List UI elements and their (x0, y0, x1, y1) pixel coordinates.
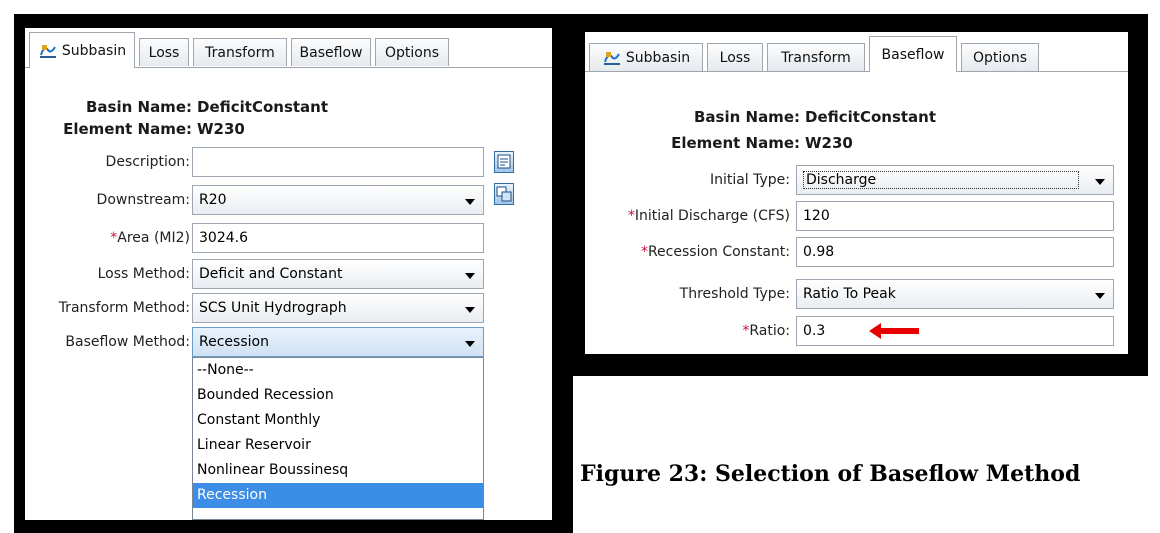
tab-options-label: Options (972, 49, 1028, 66)
basin-name-label: Basin Name: (693, 108, 800, 126)
threshold-type-value: Ratio To Peak (803, 286, 896, 302)
baseflow-method-dropdown: --None-- Bounded Recession Constant Mont… (192, 357, 484, 520)
subbasin-icon (38, 42, 58, 60)
tab-loss-label: Loss (719, 49, 751, 66)
initial-discharge-field[interactable]: 120 (796, 201, 1114, 231)
threshold-type-label: Threshold Type: (679, 286, 790, 302)
element-name-label: Element Name: (671, 134, 800, 152)
transform-method-label: Transform Method: (58, 300, 190, 316)
tab-subbasin[interactable]: Subbasin (29, 32, 135, 68)
tab-transform[interactable]: Transform (767, 43, 865, 71)
basin-name-value: DeficitConstant (197, 98, 329, 116)
downstream-label: Downstream: (96, 192, 190, 208)
baseflow-method-value: Recession (199, 334, 269, 350)
loss-method-label: Loss Method: (97, 266, 190, 282)
right-properties-panel: Subbasin Loss Transform Baseflow Options… (585, 32, 1128, 354)
left-properties-panel: Subbasin Loss Transform Baseflow Options… (25, 28, 552, 520)
dropdown-option[interactable]: Linear Reservoir (193, 433, 483, 458)
downstream-value: R20 (199, 192, 227, 208)
tab-subbasin-label: Subbasin (625, 49, 691, 66)
left-tab-strip: Subbasin Loss Transform Baseflow Options (25, 32, 552, 72)
tab-loss-label: Loss (148, 44, 180, 61)
ratio-label: *Ratio: (742, 323, 790, 339)
description-editor-icon[interactable] (494, 151, 514, 173)
red-arrow-icon (869, 323, 919, 339)
element-name-value: W230 (805, 134, 853, 152)
initial-discharge-label: *Initial Discharge (CFS) (627, 208, 790, 224)
description-field[interactable] (192, 147, 484, 177)
tab-options[interactable]: Options (375, 38, 449, 66)
transform-method-select[interactable]: SCS Unit Hydrograph (192, 293, 484, 323)
area-label: *Area (MI2) (110, 230, 190, 246)
tab-transform-label: Transform (205, 44, 275, 61)
recession-constant-field[interactable]: 0.98 (796, 237, 1114, 267)
ratio-field[interactable]: 0.3 (796, 316, 1114, 346)
chevron-down-icon (465, 273, 475, 279)
initial-type-value: Discharge (803, 171, 1079, 189)
chevron-down-icon (465, 341, 475, 347)
threshold-type-select[interactable]: Ratio To Peak (796, 279, 1114, 309)
chevron-down-icon (1095, 179, 1105, 185)
recession-constant-label: *Recession Constant: (640, 244, 790, 260)
element-name-label: Element Name: (63, 120, 192, 138)
tab-baseflow-label: Baseflow (881, 46, 945, 63)
dropdown-option-selected[interactable]: Recession (193, 483, 483, 508)
dropdown-option[interactable]: Constant Monthly (193, 408, 483, 433)
tab-loss[interactable]: Loss (139, 38, 189, 66)
downstream-selector-icon[interactable] (494, 183, 514, 205)
basin-name-value: DeficitConstant (805, 108, 937, 126)
baseflow-method-select[interactable]: Recession (192, 327, 484, 357)
subbasin-icon (602, 49, 622, 67)
dropdown-option[interactable]: --None-- (193, 358, 483, 383)
description-label: Description: (105, 154, 190, 170)
right-tab-strip: Subbasin Loss Transform Baseflow Options (585, 36, 1128, 76)
tab-baseflow[interactable]: Baseflow (291, 38, 371, 66)
chevron-down-icon (465, 307, 475, 313)
tab-subbasin-label: Subbasin (61, 42, 127, 59)
loss-method-value: Deficit and Constant (199, 266, 343, 282)
initial-type-select[interactable]: Discharge (796, 165, 1114, 195)
tab-transform[interactable]: Transform (193, 38, 287, 66)
initial-type-label: Initial Type: (709, 172, 790, 188)
tab-options[interactable]: Options (961, 43, 1039, 71)
tab-loss[interactable]: Loss (707, 43, 763, 71)
basin-name-label: Basin Name: (85, 98, 192, 116)
loss-method-select[interactable]: Deficit and Constant (192, 259, 484, 289)
tab-options-label: Options (384, 44, 440, 61)
dropdown-option[interactable]: Bounded Recession (193, 383, 483, 408)
chevron-down-icon (465, 199, 475, 205)
tab-baseflow-label: Baseflow (299, 44, 363, 61)
downstream-select[interactable]: R20 (192, 185, 484, 215)
baseflow-method-label: Baseflow Method: (65, 334, 190, 350)
tab-baseflow[interactable]: Baseflow (869, 36, 957, 72)
tab-subbasin[interactable]: Subbasin (589, 43, 703, 71)
chevron-down-icon (1095, 293, 1105, 299)
element-name-value: W230 (197, 120, 245, 138)
area-field[interactable]: 3024.6 (192, 223, 484, 253)
tab-transform-label: Transform (781, 49, 851, 66)
dropdown-option[interactable]: Nonlinear Boussinesq (193, 458, 483, 483)
transform-method-value: SCS Unit Hydrograph (199, 300, 347, 316)
figure-caption: Figure 23: Selection of Baseflow Method (580, 461, 1081, 487)
